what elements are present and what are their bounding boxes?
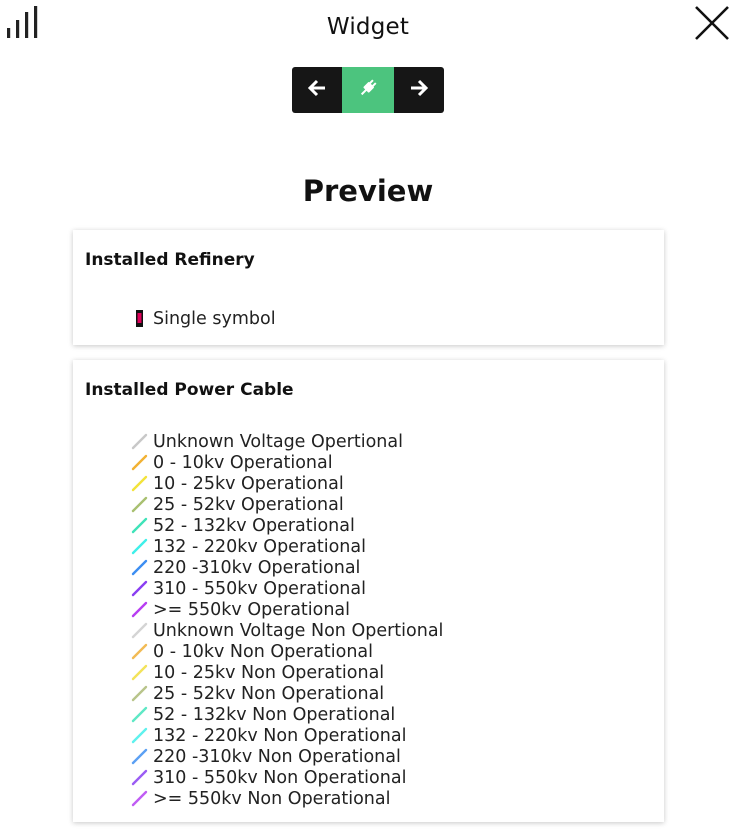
layer-title: Installed Power Cable <box>85 380 294 400</box>
widget-toolbar <box>292 67 444 113</box>
legend-item-label: 310 - 550kv Non Operational <box>153 767 407 788</box>
line-symbol-icon <box>131 706 148 723</box>
legend-item-label: 220 -310kv Operational <box>153 557 361 578</box>
line-symbol-icon <box>131 517 148 534</box>
legend-item-label: Unknown Voltage Non Opertional <box>153 620 444 641</box>
legend-item: Single symbol <box>131 308 276 329</box>
legend-item: Unknown Voltage Opertional <box>131 431 443 452</box>
legend-card-refinery: Installed Refinery Single symbol <box>73 230 664 345</box>
legend-item: 220 -310kv Non Operational <box>131 746 443 767</box>
line-symbol-icon <box>131 769 148 786</box>
legend-item-label: 132 - 220kv Non Operational <box>153 725 407 746</box>
line-symbol-icon <box>131 475 148 492</box>
legend-item-label: Unknown Voltage Opertional <box>153 431 403 452</box>
arrow-left-icon <box>307 79 327 102</box>
legend-item: 25 - 52kv Operational <box>131 494 443 515</box>
legend-item: 52 - 132kv Non Operational <box>131 704 443 725</box>
legend-item-label: 25 - 52kv Operational <box>153 494 344 515</box>
legend-item: 0 - 10kv Non Operational <box>131 641 443 662</box>
line-symbol-icon <box>131 580 148 597</box>
legend-list: Single symbol <box>131 308 276 329</box>
arrow-right-icon <box>409 79 429 102</box>
legend-item-label: 310 - 550kv Operational <box>153 578 366 599</box>
line-symbol-icon <box>131 559 148 576</box>
marker-symbol-icon <box>131 310 148 327</box>
line-symbol-icon <box>131 664 148 681</box>
line-symbol-icon <box>131 454 148 471</box>
legend-item: >= 550kv Operational <box>131 599 443 620</box>
legend-card-power-cable: Installed Power Cable Unknown Voltage Op… <box>73 360 664 822</box>
legend-item-label: 0 - 10kv Non Operational <box>153 641 374 662</box>
legend-item-label: 132 - 220kv Operational <box>153 536 366 557</box>
connect-button[interactable] <box>342 67 394 113</box>
legend-item: Unknown Voltage Non Opertional <box>131 620 443 641</box>
header: Widget <box>0 0 736 60</box>
legend-item-label: 25 - 52kv Non Operational <box>153 683 385 704</box>
legend-item-label: 52 - 132kv Operational <box>153 515 355 536</box>
widget-title: Widget <box>326 14 410 40</box>
back-button[interactable] <box>292 67 342 113</box>
legend-item: 132 - 220kv Operational <box>131 536 443 557</box>
line-symbol-icon <box>131 538 148 555</box>
plug-icon <box>357 77 379 104</box>
line-symbol-icon <box>131 685 148 702</box>
legend-item-label: Single symbol <box>153 308 276 329</box>
line-symbol-icon <box>131 727 148 744</box>
legend-item: 25 - 52kv Non Operational <box>131 683 443 704</box>
legend-item: 132 - 220kv Non Operational <box>131 725 443 746</box>
line-symbol-icon <box>131 643 148 660</box>
preview-heading: Preview <box>302 174 434 208</box>
line-symbol-icon <box>131 748 148 765</box>
legend-item: >= 550kv Non Operational <box>131 788 443 809</box>
legend-item-label: >= 550kv Non Operational <box>153 788 391 809</box>
legend-item: 10 - 25kv Non Operational <box>131 662 443 683</box>
legend-item-label: 52 - 132kv Non Operational <box>153 704 396 725</box>
line-symbol-icon <box>131 601 148 618</box>
line-symbol-icon <box>131 433 148 450</box>
legend-item-label: 10 - 25kv Non Operational <box>153 662 385 683</box>
legend-item-label: 10 - 25kv Operational <box>153 473 344 494</box>
legend-item: 310 - 550kv Operational <box>131 578 443 599</box>
close-icon[interactable] <box>694 5 730 41</box>
legend-item: 10 - 25kv Operational <box>131 473 443 494</box>
legend-item: 310 - 550kv Non Operational <box>131 767 443 788</box>
next-button[interactable] <box>394 67 444 113</box>
line-symbol-icon <box>131 496 148 513</box>
legend-item: 220 -310kv Operational <box>131 557 443 578</box>
legend-list: Unknown Voltage Opertional 0 - 10kv Opera… <box>131 431 443 809</box>
legend-item-label: 0 - 10kv Operational <box>153 452 333 473</box>
widget-panel: Widget Preview Installed Refinery Single… <box>0 0 736 836</box>
legend-item-label: >= 550kv Operational <box>153 599 351 620</box>
legend-item: 52 - 132kv Operational <box>131 515 443 536</box>
line-symbol-icon <box>131 622 148 639</box>
layer-title: Installed Refinery <box>85 250 255 270</box>
line-symbol-icon <box>131 790 148 807</box>
legend-item-label: 220 -310kv Non Operational <box>153 746 401 767</box>
legend-item: 0 - 10kv Operational <box>131 452 443 473</box>
